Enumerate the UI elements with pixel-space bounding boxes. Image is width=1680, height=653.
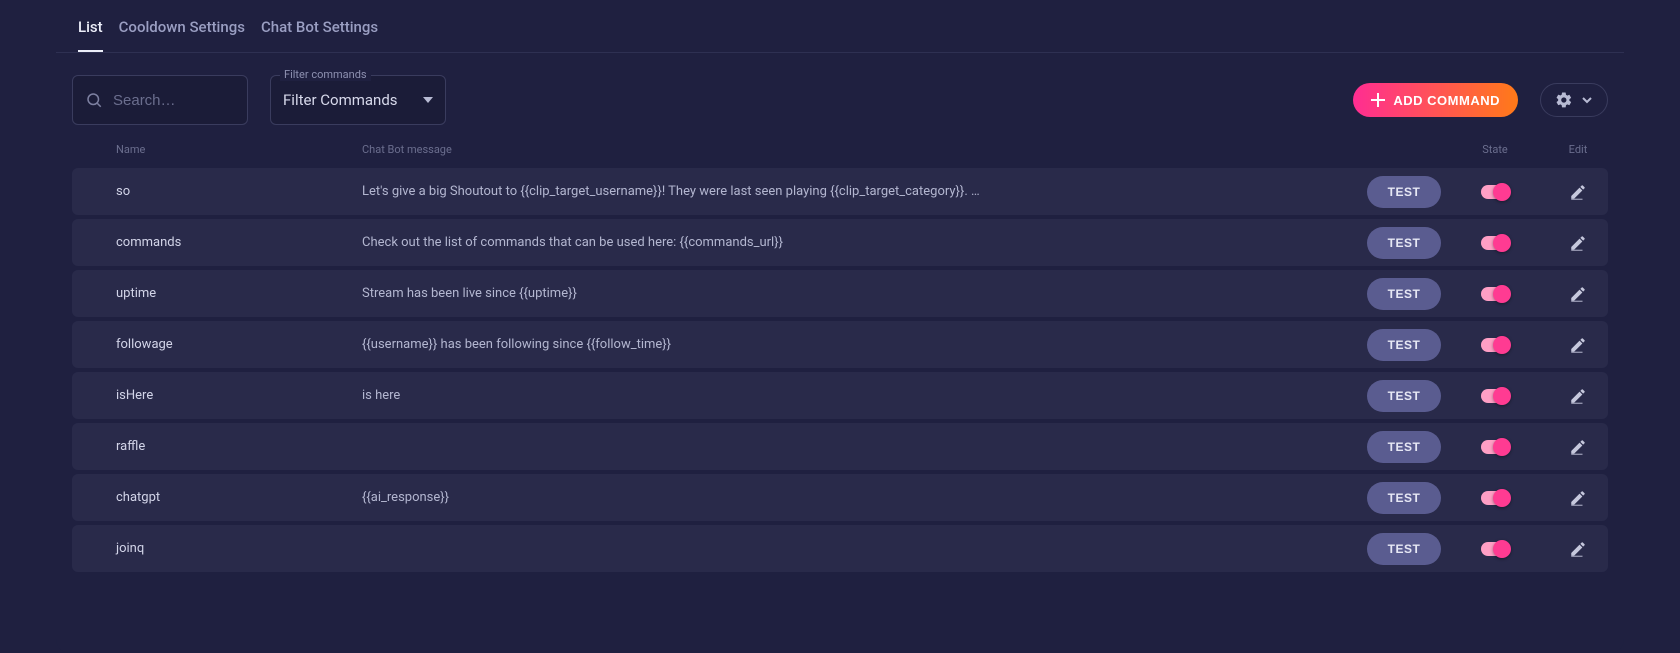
tab-chat-bot-settings[interactable]: Chat Bot Settings [261, 8, 378, 52]
table-row: soLet's give a big Shoutout to {{clip_ta… [72, 168, 1608, 215]
state-toggle[interactable] [1481, 185, 1509, 199]
cell-message: {{ai_response}} [362, 490, 1366, 505]
table-header: Name Chat Bot message State Edit [56, 143, 1624, 168]
cell-name: so [72, 184, 362, 199]
edit-button[interactable] [1548, 336, 1608, 354]
filter-select[interactable]: Filter Commands [270, 75, 446, 125]
edit-button[interactable] [1548, 489, 1608, 507]
edit-icon [1569, 387, 1587, 405]
cell-name: joinq [72, 541, 362, 556]
table-row: raffle TEST [72, 423, 1608, 470]
header-state: State [1442, 143, 1548, 156]
state-toggle[interactable] [1481, 338, 1509, 352]
state-toggle[interactable] [1481, 236, 1509, 250]
table-row: chatgpt{{ai_response}}TEST [72, 474, 1608, 521]
toolbar: Filter commands Filter Commands ADD COMM… [56, 53, 1624, 143]
test-button[interactable]: TEST [1367, 482, 1441, 514]
edit-button[interactable] [1548, 387, 1608, 405]
test-button[interactable]: TEST [1367, 278, 1441, 310]
cell-message: Let's give a big Shoutout to {{clip_targ… [362, 184, 1366, 199]
dropdown-icon [423, 97, 433, 103]
edit-button[interactable] [1548, 540, 1608, 558]
table-row: isHereis hereTEST [72, 372, 1608, 419]
cell-name: uptime [72, 286, 362, 301]
header-message: Chat Bot message [362, 143, 1366, 156]
command-rows: soLet's give a big Shoutout to {{clip_ta… [56, 168, 1624, 572]
edit-icon [1569, 183, 1587, 201]
add-command-button[interactable]: ADD COMMAND [1353, 83, 1518, 117]
add-command-label: ADD COMMAND [1393, 93, 1500, 108]
cell-name: chatgpt [72, 490, 362, 505]
cell-message: is here [362, 388, 1366, 403]
plus-icon [1371, 93, 1385, 107]
tab-cooldown-settings[interactable]: Cooldown Settings [119, 8, 245, 52]
edit-button[interactable] [1548, 438, 1608, 456]
table-row: uptimeStream has been live since {{uptim… [72, 270, 1608, 317]
state-toggle[interactable] [1481, 440, 1509, 454]
cell-message: Stream has been live since {{uptime}} [362, 286, 1366, 301]
test-button[interactable]: TEST [1367, 431, 1441, 463]
cell-message: {{username}} has been following since {{… [362, 337, 1366, 352]
cell-name: raffle [72, 439, 362, 454]
cell-name: commands [72, 235, 362, 250]
test-button[interactable]: TEST [1367, 329, 1441, 361]
search-input[interactable] [113, 92, 235, 109]
edit-icon [1569, 285, 1587, 303]
table-row: followage{{username}} has been following… [72, 321, 1608, 368]
state-toggle[interactable] [1481, 287, 1509, 301]
table-row: joinq TEST [72, 525, 1608, 572]
cell-name: followage [72, 337, 362, 352]
cell-name: isHere [72, 388, 362, 403]
cell-message: Check out the list of commands that can … [362, 235, 1366, 250]
test-button[interactable]: TEST [1367, 176, 1441, 208]
test-button[interactable]: TEST [1367, 380, 1441, 412]
edit-icon [1569, 489, 1587, 507]
filter-value: Filter Commands [283, 91, 398, 109]
edit-icon [1569, 438, 1587, 456]
edit-icon [1569, 234, 1587, 252]
search-icon [85, 91, 103, 109]
header-name: Name [72, 143, 362, 156]
header-edit: Edit [1548, 143, 1608, 156]
search-box[interactable] [72, 75, 248, 125]
test-button[interactable]: TEST [1367, 227, 1441, 259]
edit-button[interactable] [1548, 234, 1608, 252]
chevron-down-icon [1581, 94, 1593, 106]
gear-icon [1555, 91, 1573, 109]
tabs: List Cooldown Settings Chat Bot Settings [56, 0, 1624, 53]
settings-dropdown-button[interactable] [1540, 83, 1608, 117]
edit-icon [1569, 336, 1587, 354]
filter-label: Filter commands [280, 68, 371, 81]
tab-list[interactable]: List [78, 8, 103, 52]
edit-button[interactable] [1548, 183, 1608, 201]
table-row: commandsCheck out the list of commands t… [72, 219, 1608, 266]
state-toggle[interactable] [1481, 491, 1509, 505]
edit-icon [1569, 540, 1587, 558]
state-toggle[interactable] [1481, 389, 1509, 403]
state-toggle[interactable] [1481, 542, 1509, 556]
test-button[interactable]: TEST [1367, 533, 1441, 565]
filter-wrap: Filter commands Filter Commands [270, 75, 446, 125]
edit-button[interactable] [1548, 285, 1608, 303]
